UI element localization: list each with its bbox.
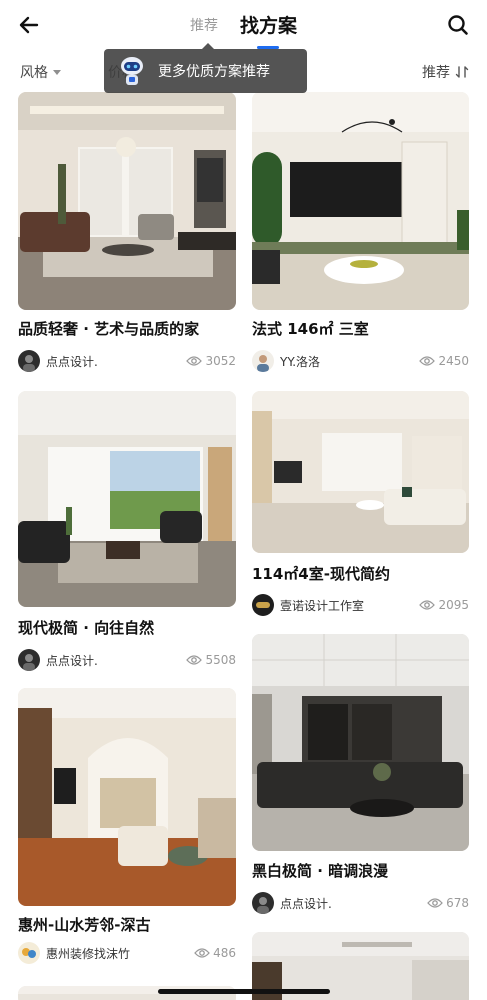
plan-title: 黑白极简 · 暗调浪漫: [252, 862, 389, 880]
avatar[interactable]: [252, 892, 274, 914]
plan-cover-image[interactable]: [18, 391, 236, 607]
author-name[interactable]: YY.洛洛: [280, 353, 320, 370]
plan-title: 现代极简 · 向往自然: [18, 619, 155, 637]
author-name[interactable]: 点点设计.: [46, 353, 98, 370]
view-count-value: 2450: [438, 354, 469, 368]
plan-meta: 壹诺设计工作室 2095: [252, 594, 469, 616]
sort-selector[interactable]: 推荐: [422, 62, 469, 82]
view-count-value: 2095: [438, 598, 469, 612]
recommend-tooltip: 更多优质方案推荐: [104, 43, 307, 93]
avatar[interactable]: [18, 350, 40, 372]
view-count: 486: [194, 946, 236, 960]
plan-cover-image[interactable]: [18, 688, 236, 906]
caret-down-icon: [53, 69, 61, 75]
plan-title: 惠州-山水芳邻-深古: [18, 916, 151, 934]
plan-title: 品质轻奢 · 艺术与品质的家: [18, 320, 200, 338]
avatar[interactable]: [252, 594, 274, 616]
eye-icon: [194, 948, 210, 958]
home-indicator[interactable]: [157, 989, 330, 994]
sort-icon: [455, 66, 469, 78]
plan-cover-image[interactable]: [18, 92, 236, 310]
plan-cover-image[interactable]: [252, 391, 469, 553]
view-count-value: 486: [213, 946, 236, 960]
author-name[interactable]: 点点设计.: [280, 895, 332, 912]
author-name[interactable]: 点点设计.: [46, 652, 98, 669]
eye-icon: [419, 600, 436, 610]
eye-icon: [427, 898, 443, 908]
avatar[interactable]: [18, 942, 40, 964]
tab-find-plan-label: 找方案: [239, 15, 297, 37]
search-button[interactable]: [443, 10, 473, 40]
filter-style[interactable]: 风格: [20, 62, 61, 82]
view-count-value: 678: [446, 896, 469, 910]
view-count-value: 3052: [205, 354, 236, 368]
filter-style-label: 风格: [20, 65, 48, 81]
tab-bar: 推荐 找方案: [0, 10, 487, 49]
plan-meta: 点点设计. 3052: [18, 350, 236, 372]
author-name[interactable]: 壹诺设计工作室: [280, 597, 364, 614]
robot-mascot-icon: [121, 57, 143, 85]
tooltip-text: 更多优质方案推荐: [158, 64, 270, 80]
eye-icon: [419, 356, 436, 366]
plan-cover-image[interactable]: [252, 92, 469, 310]
plan-cover-image[interactable]: [252, 634, 469, 851]
view-count: 678: [427, 896, 469, 910]
avatar[interactable]: [252, 350, 274, 372]
sort-label: 推荐: [422, 65, 450, 81]
plan-title: 法式 146㎡ 三室: [252, 320, 369, 338]
eye-icon: [186, 356, 203, 366]
view-count: 5508: [186, 653, 236, 667]
view-count: 2450: [419, 354, 469, 368]
plan-title: 114㎡4室-现代简约: [252, 565, 390, 583]
tab-recommend[interactable]: 推荐: [190, 12, 226, 40]
plan-meta: 惠州装修找沫竹 486: [18, 942, 236, 964]
eye-icon: [186, 655, 203, 665]
search-icon: [448, 15, 468, 35]
avatar[interactable]: [18, 649, 40, 671]
view-count: 2095: [419, 598, 469, 612]
plan-meta: YY.洛洛 2450: [252, 350, 469, 372]
top-nav-bar: 推荐 找方案: [0, 0, 487, 52]
plan-meta: 点点设计. 5508: [18, 649, 236, 671]
plan-meta: 点点设计. 678: [252, 892, 469, 914]
tab-find-plan[interactable]: 找方案: [239, 12, 297, 49]
view-count: 3052: [186, 354, 236, 368]
view-count-value: 5508: [205, 653, 236, 667]
author-name[interactable]: 惠州装修找沫竹: [46, 945, 130, 962]
